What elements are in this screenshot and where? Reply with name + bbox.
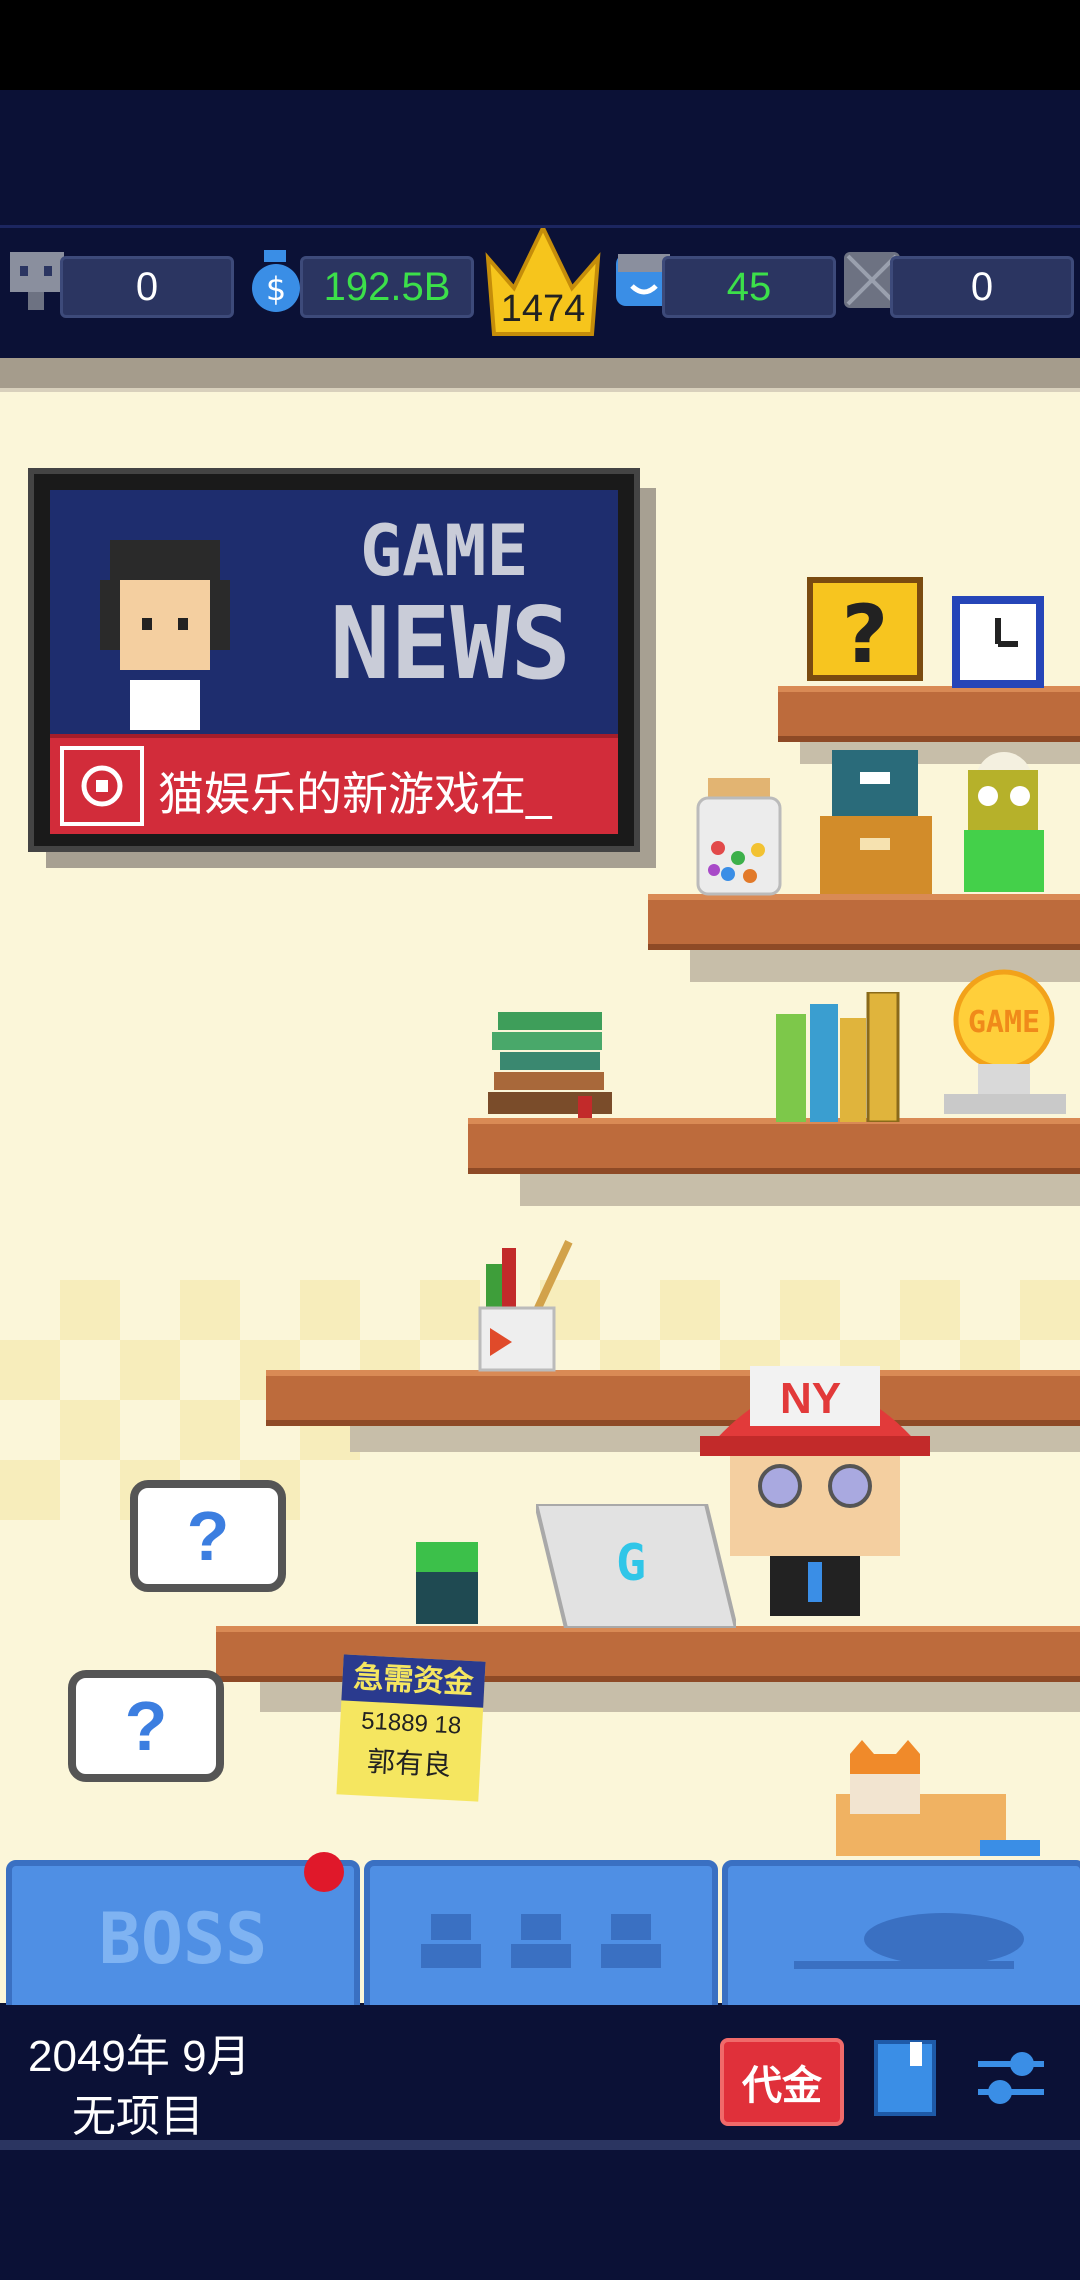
question-bubble-1[interactable]: ? [130,1480,286,1592]
stats-bar: 0 $ 192.5B 1474 45 0 [0,223,1080,358]
staff-group-icon [421,1913,661,1968]
staff-button[interactable] [364,1860,718,2017]
voucher-label: 代金 [742,2064,822,2108]
game-date: 2049年 9月 [28,2032,251,2081]
cloud-sky-icon [794,1912,1024,1969]
top-shelf [778,686,1080,742]
rank-value: 1474 [500,288,586,330]
lightbulb-trophy-icon[interactable]: GAME [938,968,1072,1118]
status-bar-area [0,0,1080,90]
cat-in-box-icon[interactable] [830,1740,1050,1858]
project-status: 无项目 [72,2092,204,2141]
office-scene: GAME NEWS 猫娱乐的新游戏在_ ? GAME G NY 急需资金 518… [0,358,1080,2003]
clock-icon[interactable] [952,596,1044,688]
news-anchor-icon [100,540,230,730]
money-bag-icon: $ [244,248,308,312]
settings-sliders-icon[interactable] [976,2045,1046,2111]
boss-button-label: BOSS [98,1897,268,1980]
book-stack-icon[interactable] [488,1012,620,1122]
cap-text: NY [780,1374,842,1423]
fourth-shelf [266,1370,1080,1426]
header-area [0,90,1080,228]
voucher-button[interactable]: 代金 [720,2038,844,2126]
svg-text:?: ? [842,588,888,681]
news-ticker-text: 猫娱乐的新游戏在_ [158,768,552,820]
third-shelf [468,1118,1080,1174]
second-shelf [648,894,1080,950]
bottom-status-bar: 2049年 9月 无项目 代金 [0,2005,1080,2280]
svg-text:$: $ [266,270,286,308]
robot-lamp-icon[interactable] [946,750,1062,896]
news-ticker: 猫娱乐的新游戏在_ [50,734,618,834]
notification-dot [304,1852,344,1892]
news-title-game: GAME [360,510,529,592]
note-name: 郭有良 [366,1745,452,1782]
main-menu-buttons: BOSS [0,1852,1080,2017]
staff-count: 0 [60,256,234,318]
question-block-icon[interactable]: ? [806,576,924,682]
nav-divider [0,2140,1080,2150]
money-amount: 192.5B [300,256,474,318]
candy-jar-icon[interactable] [694,778,784,896]
pen-cup-icon[interactable] [478,1238,578,1372]
note-title: 急需资金 [341,1654,486,1708]
potted-plant-icon[interactable] [410,1542,484,1626]
locked-count: 0 [890,256,1074,318]
ceiling-strip [0,358,1080,392]
boss-character[interactable]: NY [700,1336,930,1616]
cloud-button[interactable] [722,1860,1080,2017]
book-icon[interactable] [870,2038,940,2118]
camera-frame-icon [60,746,144,826]
news-tv[interactable]: GAME NEWS 猫娱乐的新游戏在_ [28,468,640,852]
note-phone: 51889 18 [360,1707,462,1740]
books-icon[interactable] [776,992,926,1122]
laptop-logo: G [616,1534,647,1592]
news-title-news: NEWS [330,585,571,702]
fans-count: 45 [662,256,836,318]
question-bubble-2[interactable]: ? [68,1670,224,1782]
svg-text:GAME: GAME [968,1005,1040,1040]
urgent-funds-note[interactable]: 急需资金 51889 18 郭有良 [336,1654,486,1802]
rank-crown[interactable]: 1474 [484,223,602,336]
storage-boxes-icon[interactable] [820,750,936,896]
